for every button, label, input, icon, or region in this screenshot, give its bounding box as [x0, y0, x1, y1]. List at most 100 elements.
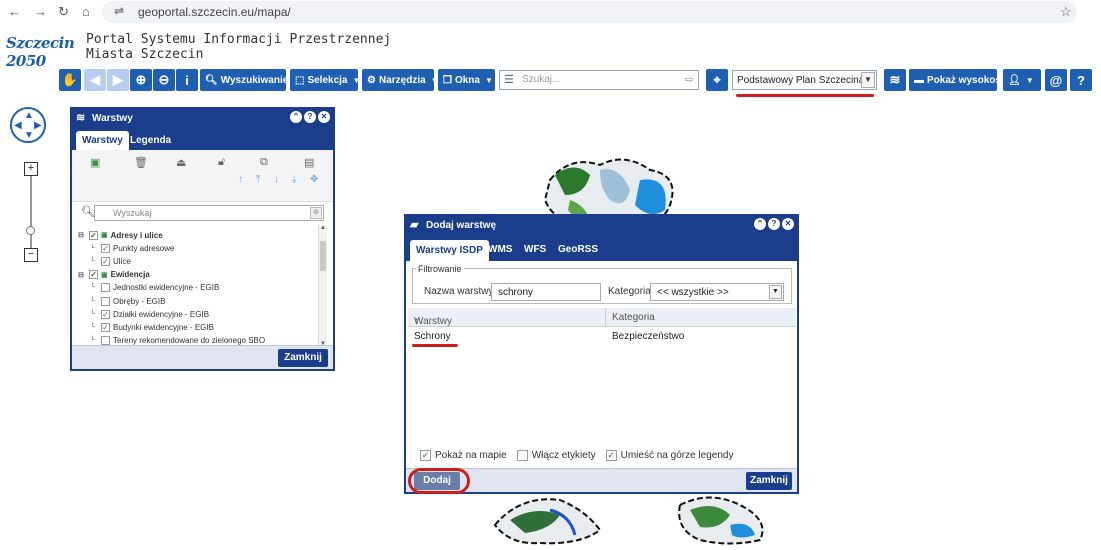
tab-layers[interactable]: Warstwy	[76, 131, 129, 150]
close-circle-icon[interactable]: ✕	[318, 111, 330, 123]
layer-search-input[interactable]: 🔍︎ Wyszukaj ⊘	[81, 205, 324, 221]
add-layer-titlebar[interactable]: ▰ Dodaj warstwę ⌃ ? ✕	[406, 216, 797, 235]
layers-stack-button[interactable]: ≋	[884, 69, 906, 91]
tools-menu-button[interactable]: ⚙ Narzędzia ▼	[362, 69, 439, 91]
pan-control[interactable]: ▲ ▼ ◀ ▶	[10, 107, 46, 143]
collapse-icon[interactable]: ⌃	[290, 111, 302, 123]
show-on-map-checkbox[interactable]: ✓	[420, 450, 431, 461]
tab-wfs[interactable]: WFS	[518, 240, 552, 259]
layer-checkbox[interactable]: ✓	[101, 309, 110, 319]
move-down-icon[interactable]: ↓	[274, 174, 279, 185]
windows-menu-button[interactable]: ❐ Okna ▼	[438, 69, 495, 91]
move-bottom-icon[interactable]: ⤓	[292, 174, 296, 185]
layer-tree-scrollbar[interactable]: ▲ ▼	[318, 225, 327, 347]
zoom-in-button[interactable]: ⊕	[130, 69, 152, 91]
search-input[interactable]: ☰ Szukaj... ⇨	[499, 70, 699, 90]
show-height-button[interactable]: ▬ Pokaż wysokość	[909, 69, 1006, 91]
address-bar[interactable]: ⇌ geoportal.szczecin.eu/mapa/	[102, 1, 1077, 23]
copy-icon[interactable]: ⧉	[260, 156, 268, 169]
layer-tree-item[interactable]: └ ✓ Ulice	[90, 255, 131, 267]
search-go-icon[interactable]: ⇨	[685, 73, 694, 86]
map-area-south[interactable]	[490, 485, 780, 550]
scroll-thumb[interactable]	[320, 241, 326, 271]
chevron-down-icon[interactable]: ▼	[769, 285, 782, 299]
clear-search-icon[interactable]: ⊘	[310, 207, 322, 219]
pan-down-icon[interactable]: ▼	[24, 130, 34, 141]
site-settings-icon[interactable]: ⇌	[114, 4, 124, 18]
close-circle-icon[interactable]: ✕	[782, 218, 794, 230]
search-menu-button[interactable]: 🔍︎ Wyszukiwanie▼	[200, 69, 301, 91]
layer-tree-item[interactable]: └ ✓ Punkty adresowe	[90, 242, 174, 254]
layer-tree-item[interactable]: └ Obręby - EGIB	[90, 295, 165, 307]
layer-tree-item[interactable]: └ ✓ Budynki ewidencyjne - EGIB	[90, 321, 214, 333]
dialog-close-button[interactable]: Zamknij	[746, 472, 792, 490]
scroll-up-icon[interactable]: ▲	[320, 225, 326, 231]
back-icon[interactable]: ←	[8, 4, 21, 19]
row-layer-name[interactable]: Schrony	[414, 331, 451, 342]
zoom-minus-button[interactable]: −	[24, 248, 38, 262]
forward-icon[interactable]: →	[34, 4, 47, 19]
szczecin-logo[interactable]: Szczecin 2050	[6, 30, 82, 70]
bookmark-star-icon[interactable]: ☆	[1060, 4, 1072, 20]
layer-name-input[interactable]: schrony	[491, 283, 601, 301]
next-view-button[interactable]: ▶	[107, 69, 129, 91]
layer-tree-item[interactable]: ⊟ ✓ ▣ Ewidencja	[78, 269, 150, 281]
tab-isdp[interactable]: Warstwy ISDP	[410, 240, 489, 261]
pan-up-icon[interactable]: ▲	[24, 110, 34, 121]
layer-checkbox[interactable]	[101, 296, 110, 306]
category-select[interactable]: << wszystkie >> ▼	[650, 283, 784, 301]
base-map-select[interactable]: Podstawowy Plan Szczecina ▼	[732, 70, 877, 90]
coordinates-button[interactable]: ⌖	[706, 69, 728, 91]
layer-checkbox[interactable]	[101, 336, 110, 346]
zoom-slider-track[interactable]	[30, 173, 32, 249]
pan-left-icon[interactable]: ◀	[14, 120, 22, 131]
zoom-slider-thumb[interactable]	[26, 226, 35, 235]
move-icon[interactable]: ✥	[310, 174, 318, 185]
selection-menu-button[interactable]: ⬚ Selekcja ▼	[290, 69, 360, 91]
delete-layer-icon[interactable]: 🗑︎	[134, 156, 148, 169]
contact-button[interactable]: @	[1045, 69, 1067, 91]
column-category[interactable]: Kategoria	[612, 312, 655, 323]
layer-checkbox[interactable]: ✓	[101, 322, 110, 332]
collapse-icon[interactable]: ⌃	[754, 218, 766, 230]
table-row[interactable]: Schrony Bezpieczeństwo	[408, 330, 796, 344]
expand-toggle-icon[interactable]: ⊟	[78, 271, 86, 279]
properties-icon[interactable]: ▤	[304, 156, 314, 169]
pan-hand-button[interactable]: ✋	[59, 69, 81, 91]
help-circle-icon[interactable]: ?	[304, 111, 316, 123]
layer-checkbox[interactable]	[101, 283, 110, 293]
layers-close-button[interactable]: Zamknij	[278, 349, 328, 367]
chevron-down-icon[interactable]: ▼	[861, 72, 875, 88]
move-top-icon[interactable]: ⤒	[256, 174, 260, 185]
info-button[interactable]: i	[176, 69, 198, 91]
user-menu-button[interactable]: 👤︎ ▼	[1003, 69, 1041, 91]
add-layer-icon[interactable]: ▣	[90, 156, 100, 169]
labels-checkbox[interactable]	[516, 450, 528, 461]
move-up-icon[interactable]: ↑	[238, 174, 243, 185]
hamburger-icon[interactable]: ☰	[504, 73, 514, 86]
layer-checkbox[interactable]: ✓	[101, 243, 110, 253]
layer-tree-item[interactable]: └ Jednostki ewidencyjne - EGIB	[90, 282, 219, 294]
tab-wms[interactable]: WMS	[482, 240, 518, 259]
zoom-plus-button[interactable]: +	[24, 162, 38, 176]
pan-right-icon[interactable]: ▶	[34, 120, 42, 131]
eject-icon[interactable]: ⏏	[176, 156, 186, 169]
zoom-out-button[interactable]: ⊖	[153, 69, 175, 91]
layers-panel-titlebar[interactable]: ≋ Warstwy ⌃ ? ✕	[72, 109, 333, 128]
layer-checkbox[interactable]: ✓	[101, 256, 110, 266]
tab-georss[interactable]: GeoRSS	[552, 240, 604, 259]
expand-toggle-icon[interactable]: ⊟	[78, 231, 86, 239]
reload-icon[interactable]: ↻	[58, 4, 69, 20]
tab-legend[interactable]: Legenda	[124, 131, 177, 150]
previous-view-button[interactable]: ◀	[84, 69, 106, 91]
layer-checkbox[interactable]: ✓	[89, 270, 98, 280]
layer-checkbox[interactable]: ✓	[89, 230, 98, 240]
layer-tree-item[interactable]: ⊟ ✓ ▣ Adresy i ulice	[78, 229, 163, 241]
url-text[interactable]: geoportal.szczecin.eu/mapa/	[138, 5, 291, 19]
lock-icon[interactable]: 🔓︎	[218, 156, 225, 169]
layer-tree-item[interactable]: └ ✓ Działki ewidencyjne - EGIB	[90, 308, 209, 320]
help-button[interactable]: ?	[1070, 69, 1092, 91]
help-circle-icon[interactable]: ?	[768, 218, 780, 230]
top-of-legend-checkbox[interactable]: ✓	[605, 450, 617, 461]
home-icon[interactable]: ⌂	[82, 4, 90, 19]
